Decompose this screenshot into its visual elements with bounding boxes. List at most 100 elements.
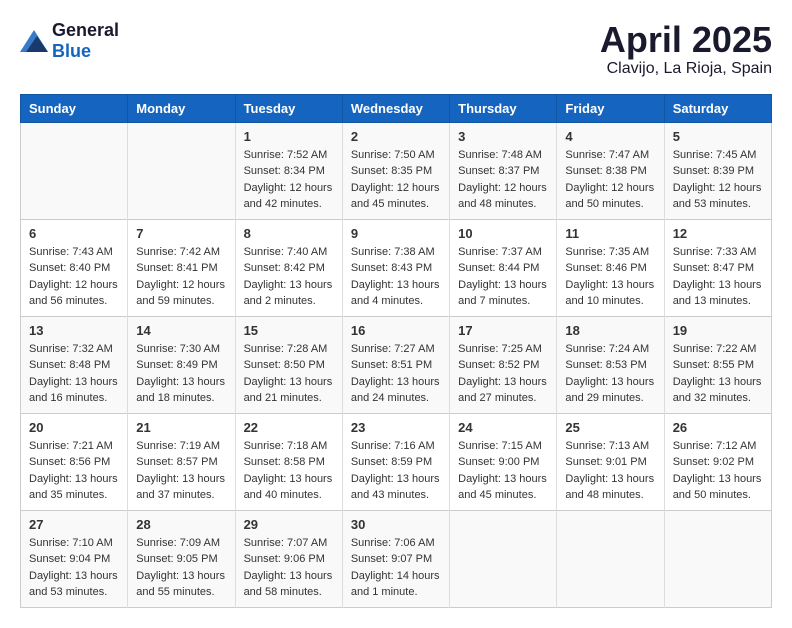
- day-number: 9: [351, 226, 441, 241]
- day-info: Sunrise: 7:37 AMSunset: 8:44 PMDaylight:…: [458, 244, 548, 310]
- day-info: Sunrise: 7:22 AMSunset: 8:55 PMDaylight:…: [673, 341, 763, 407]
- day-number: 18: [565, 323, 655, 338]
- day-info: Sunrise: 7:24 AMSunset: 8:53 PMDaylight:…: [565, 341, 655, 407]
- day-number: 25: [565, 420, 655, 435]
- calendar-table: SundayMondayTuesdayWednesdayThursdayFrid…: [20, 94, 772, 608]
- title-area: April 2025 Clavijo, La Rioja, Spain: [600, 20, 772, 78]
- day-cell: 1 Sunrise: 7:52 AMSunset: 8:34 PMDaylight…: [235, 122, 342, 219]
- day-cell: 18 Sunrise: 7:24 AMSunset: 8:53 PMDayligh…: [557, 316, 664, 413]
- day-cell: 9Sunrise: 7:38 AMSunset: 8:43 PMDaylight…: [342, 219, 449, 316]
- day-info: Sunrise: 7:13 AMSunset: 9:01 PMDaylight:…: [565, 438, 655, 504]
- day-number: 2: [351, 129, 441, 144]
- day-cell: 2 Sunrise: 7:50 AMSunset: 8:35 PMDaylight…: [342, 122, 449, 219]
- day-number: 11: [565, 226, 655, 241]
- day-number: 8: [244, 226, 334, 241]
- week-row-3: 13 Sunrise: 7:32 AMSunset: 8:48 PMDayligh…: [21, 316, 772, 413]
- header-cell-tuesday: Tuesday: [235, 94, 342, 122]
- day-info: Sunrise: 7:15 AMSunset: 9:00 PMDaylight:…: [458, 438, 548, 504]
- day-cell: 29Sunrise: 7:07 AMSunset: 9:06 PMDayligh…: [235, 510, 342, 607]
- day-number: 21: [136, 420, 226, 435]
- day-cell: 4Sunrise: 7:47 AMSunset: 8:38 PMDaylight…: [557, 122, 664, 219]
- day-number: 22: [244, 420, 334, 435]
- month-title: April 2025: [600, 20, 772, 60]
- day-info: Sunrise: 7:06 AMSunset: 9:07 PMDaylight:…: [351, 535, 441, 601]
- day-info: Sunrise: 7:25 AMSunset: 8:52 PMDaylight:…: [458, 341, 548, 407]
- day-cell: 10 Sunrise: 7:37 AMSunset: 8:44 PMDayligh…: [450, 219, 557, 316]
- day-info: Sunrise: 7:50 AMSunset: 8:35 PMDaylight:…: [351, 147, 441, 213]
- day-info: Sunrise: 7:27 AMSunset: 8:51 PMDaylight:…: [351, 341, 441, 407]
- day-info: Sunrise: 7:42 AMSunset: 8:41 PMDaylight:…: [136, 244, 226, 310]
- day-number: 19: [673, 323, 763, 338]
- day-cell: 13 Sunrise: 7:32 AMSunset: 8:48 PMDayligh…: [21, 316, 128, 413]
- day-number: 30: [351, 517, 441, 532]
- day-cell: 25 Sunrise: 7:13 AMSunset: 9:01 PMDayligh…: [557, 413, 664, 510]
- week-row-5: 27 Sunrise: 7:10 AMSunset: 9:04 PMDayligh…: [21, 510, 772, 607]
- header-cell-sunday: Sunday: [21, 94, 128, 122]
- day-cell: 26 Sunrise: 7:12 AMSunset: 9:02 PMDayligh…: [664, 413, 771, 510]
- logo-text-general: General: [52, 20, 119, 40]
- day-info: Sunrise: 7:16 AMSunset: 8:59 PMDaylight:…: [351, 438, 441, 504]
- day-info: Sunrise: 7:48 AMSunset: 8:37 PMDaylight:…: [458, 147, 548, 213]
- day-info: Sunrise: 7:12 AMSunset: 9:02 PMDaylight:…: [673, 438, 763, 504]
- day-number: 27: [29, 517, 119, 532]
- day-cell: 3 Sunrise: 7:48 AMSunset: 8:37 PMDaylight…: [450, 122, 557, 219]
- day-number: 7: [136, 226, 226, 241]
- day-info: Sunrise: 7:47 AMSunset: 8:38 PMDaylight:…: [565, 147, 655, 213]
- header-cell-saturday: Saturday: [664, 94, 771, 122]
- week-row-1: 1 Sunrise: 7:52 AMSunset: 8:34 PMDaylight…: [21, 122, 772, 219]
- day-cell: 24 Sunrise: 7:15 AMSunset: 9:00 PMDayligh…: [450, 413, 557, 510]
- day-cell: 11Sunrise: 7:35 AMSunset: 8:46 PMDayligh…: [557, 219, 664, 316]
- day-info: Sunrise: 7:21 AMSunset: 8:56 PMDaylight:…: [29, 438, 119, 504]
- day-info: Sunrise: 7:19 AMSunset: 8:57 PMDaylight:…: [136, 438, 226, 504]
- page-header: General Blue April 2025 Clavijo, La Rioj…: [20, 20, 772, 78]
- day-cell: 30 Sunrise: 7:06 AMSunset: 9:07 PMDayligh…: [342, 510, 449, 607]
- day-cell: 14Sunrise: 7:30 AMSunset: 8:49 PMDayligh…: [128, 316, 235, 413]
- day-number: 12: [673, 226, 763, 241]
- day-number: 16: [351, 323, 441, 338]
- day-cell: 6 Sunrise: 7:43 AMSunset: 8:40 PMDaylight…: [21, 219, 128, 316]
- day-info: Sunrise: 7:40 AMSunset: 8:42 PMDaylight:…: [244, 244, 334, 310]
- logo: General Blue: [20, 20, 119, 62]
- day-cell: 28Sunrise: 7:09 AMSunset: 9:05 PMDayligh…: [128, 510, 235, 607]
- day-number: 26: [673, 420, 763, 435]
- day-cell: [128, 122, 235, 219]
- day-cell: 20 Sunrise: 7:21 AMSunset: 8:56 PMDayligh…: [21, 413, 128, 510]
- day-cell: [664, 510, 771, 607]
- day-cell: 22 Sunrise: 7:18 AMSunset: 8:58 PMDayligh…: [235, 413, 342, 510]
- day-number: 20: [29, 420, 119, 435]
- day-cell: 12 Sunrise: 7:33 AMSunset: 8:47 PMDayligh…: [664, 219, 771, 316]
- day-number: 15: [244, 323, 334, 338]
- location-title: Clavijo, La Rioja, Spain: [600, 60, 772, 78]
- header-cell-thursday: Thursday: [450, 94, 557, 122]
- day-number: 24: [458, 420, 548, 435]
- day-info: Sunrise: 7:32 AMSunset: 8:48 PMDaylight:…: [29, 341, 119, 407]
- day-number: 10: [458, 226, 548, 241]
- day-info: Sunrise: 7:33 AMSunset: 8:47 PMDaylight:…: [673, 244, 763, 310]
- header-cell-wednesday: Wednesday: [342, 94, 449, 122]
- day-number: 5: [673, 129, 763, 144]
- day-info: Sunrise: 7:45 AMSunset: 8:39 PMDaylight:…: [673, 147, 763, 213]
- day-cell: [21, 122, 128, 219]
- day-cell: 15 Sunrise: 7:28 AMSunset: 8:50 PMDayligh…: [235, 316, 342, 413]
- week-row-4: 20 Sunrise: 7:21 AMSunset: 8:56 PMDayligh…: [21, 413, 772, 510]
- day-info: Sunrise: 7:18 AMSunset: 8:58 PMDaylight:…: [244, 438, 334, 504]
- day-cell: [450, 510, 557, 607]
- day-number: 3: [458, 129, 548, 144]
- day-number: 6: [29, 226, 119, 241]
- week-row-2: 6 Sunrise: 7:43 AMSunset: 8:40 PMDaylight…: [21, 219, 772, 316]
- day-cell: 7 Sunrise: 7:42 AMSunset: 8:41 PMDaylight…: [128, 219, 235, 316]
- header-cell-friday: Friday: [557, 94, 664, 122]
- day-number: 13: [29, 323, 119, 338]
- day-info: Sunrise: 7:28 AMSunset: 8:50 PMDaylight:…: [244, 341, 334, 407]
- day-info: Sunrise: 7:43 AMSunset: 8:40 PMDaylight:…: [29, 244, 119, 310]
- calendar-header: SundayMondayTuesdayWednesdayThursdayFrid…: [21, 94, 772, 122]
- day-number: 1: [244, 129, 334, 144]
- day-cell: 27 Sunrise: 7:10 AMSunset: 9:04 PMDayligh…: [21, 510, 128, 607]
- day-info: Sunrise: 7:10 AMSunset: 9:04 PMDaylight:…: [29, 535, 119, 601]
- day-cell: 16 Sunrise: 7:27 AMSunset: 8:51 PMDayligh…: [342, 316, 449, 413]
- day-cell: 5 Sunrise: 7:45 AMSunset: 8:39 PMDaylight…: [664, 122, 771, 219]
- day-number: 14: [136, 323, 226, 338]
- day-cell: 17Sunrise: 7:25 AMSunset: 8:52 PMDayligh…: [450, 316, 557, 413]
- day-info: Sunrise: 7:09 AMSunset: 9:05 PMDaylight:…: [136, 535, 226, 601]
- day-info: Sunrise: 7:52 AMSunset: 8:34 PMDaylight:…: [244, 147, 334, 213]
